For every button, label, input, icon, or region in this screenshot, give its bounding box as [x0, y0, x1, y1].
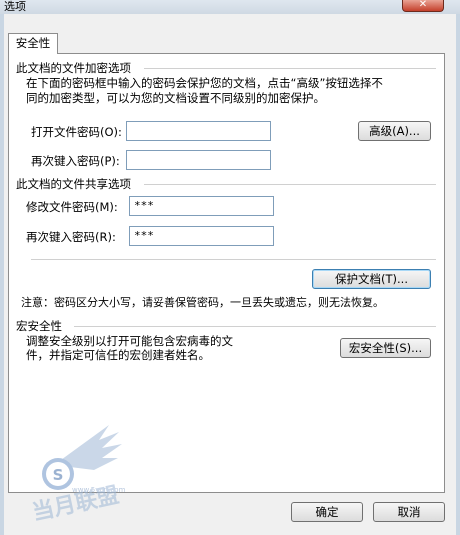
open-password-field[interactable] — [126, 121, 271, 141]
wing-icon: S www.5yun.com 当月联盟 — [30, 425, 126, 526]
encryption-description-line1: 在下面的密码框中输入的密码会保护您的文档，点击“高级”按钮选择不 — [26, 76, 383, 90]
encryption-divider — [144, 68, 436, 69]
title-bar: 选项 ✕ — [0, 0, 460, 14]
close-button[interactable]: ✕ — [402, 0, 444, 12]
protect-divider — [31, 259, 436, 260]
reenter-modify-password-field[interactable]: *** — [129, 226, 274, 246]
encryption-description-line2: 同的加密类型，可以为您的文档设置不同级别的加密保护。 — [26, 91, 325, 105]
tab-security[interactable]: 安全性 — [8, 33, 58, 54]
window-title: 选项 — [4, 0, 26, 13]
reenter-open-password-field[interactable] — [126, 150, 271, 170]
encryption-section-title: 此文档的文件加密选项 — [16, 61, 131, 75]
window-frame-right — [456, 14, 460, 535]
watermark-logo: S www.5yun.com 当月联盟 — [14, 420, 134, 535]
open-password-label: 打开文件密码(O): — [31, 125, 122, 139]
modify-password-label: 修改文件密码(M): — [26, 200, 118, 214]
cancel-button[interactable]: 取消 — [373, 502, 445, 522]
reenter-modify-password-label: 再次键入密码(R): — [26, 230, 116, 244]
sharing-divider — [144, 184, 436, 185]
ok-button[interactable]: 确定 — [291, 502, 363, 522]
password-note: 注意：密码区分大小写，请妥善保管密码，一旦丢失或遗忘，则无法恢复。 — [21, 296, 384, 309]
macro-divider — [74, 326, 436, 327]
sharing-section-title: 此文档的文件共享选项 — [16, 177, 131, 191]
protect-document-button[interactable]: 保护文档(T)... — [312, 269, 431, 289]
watermark-letter: S — [53, 466, 64, 484]
macro-description-line2: 件，并指定可信任的宏创建者姓名。 — [26, 348, 210, 362]
close-icon: ✕ — [418, 0, 428, 10]
modify-password-field[interactable]: *** — [129, 196, 274, 216]
macro-section-title: 宏安全性 — [16, 319, 62, 333]
reenter-open-password-label: 再次键入密码(P): — [31, 154, 120, 168]
advanced-button[interactable]: 高级(A)... — [358, 121, 431, 141]
window-frame-left — [0, 14, 4, 535]
macro-security-button[interactable]: 宏安全性(S)... — [340, 338, 431, 358]
